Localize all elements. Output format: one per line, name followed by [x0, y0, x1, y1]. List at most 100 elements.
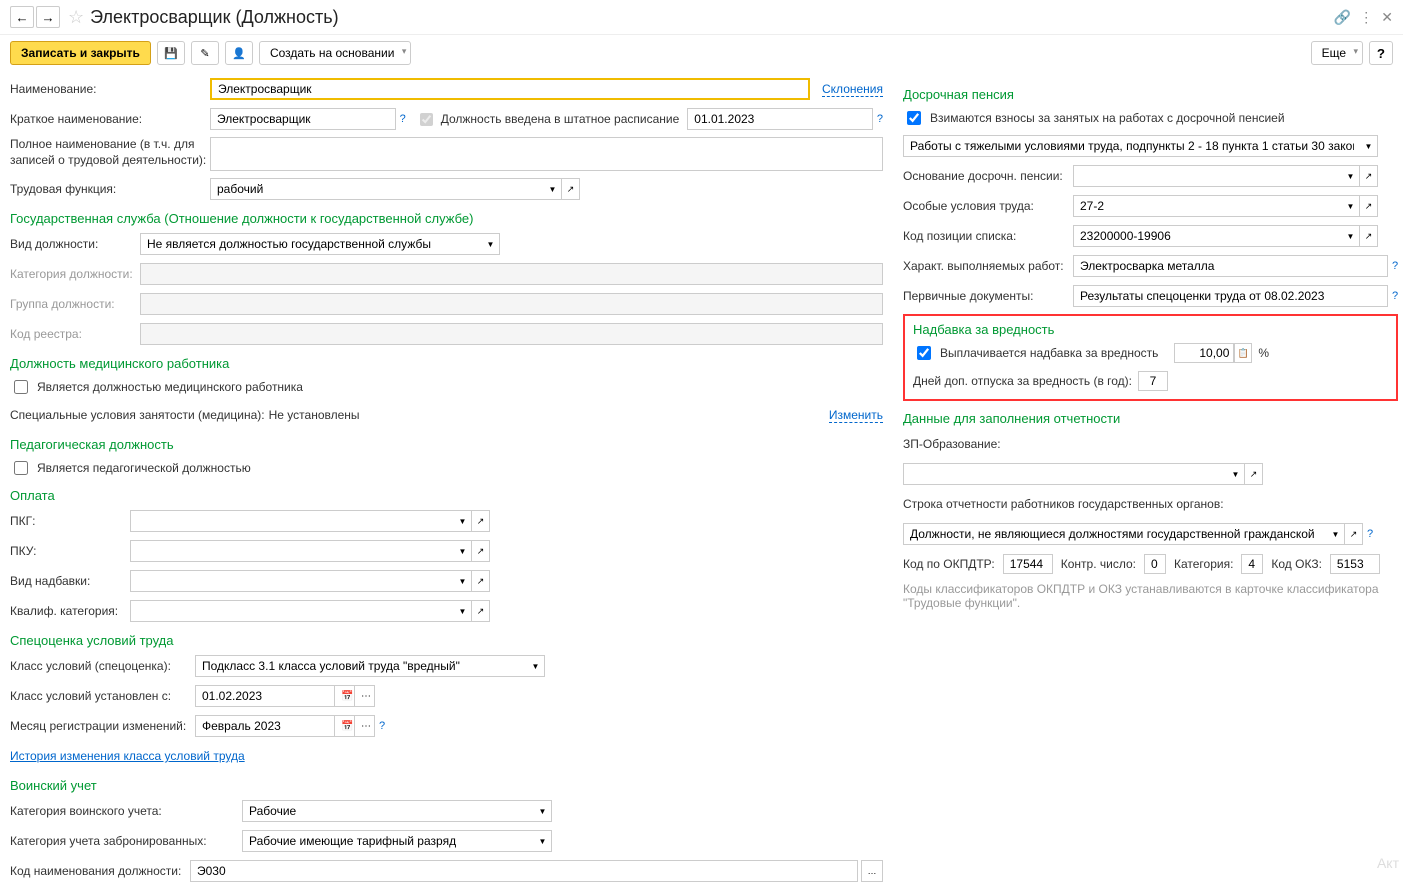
primary-docs-input[interactable] [1073, 285, 1388, 307]
create-based-button[interactable]: Создать на основании [259, 41, 412, 65]
menu-dots-icon[interactable]: ⋮ [1359, 9, 1373, 26]
open-icon[interactable]: ↗ [1245, 463, 1263, 485]
edit-icon-button[interactable]: ✎ [191, 41, 219, 65]
change-link[interactable]: Изменить [829, 408, 883, 423]
open-icon[interactable]: ↗ [562, 178, 580, 200]
zp-edu-input[interactable] [903, 463, 1227, 485]
help-button[interactable]: ? [1369, 41, 1393, 65]
calendar-icon[interactable]: 📅 [335, 715, 355, 737]
history-link[interactable]: История изменения класса условий труда [10, 749, 245, 763]
pension-work-type-input[interactable] [903, 135, 1360, 157]
open-icon[interactable]: ↗ [472, 600, 490, 622]
pkg-label: ПКГ: [10, 514, 130, 528]
nav-forward-button[interactable]: → [36, 6, 60, 28]
mil-code-input[interactable] [190, 860, 858, 882]
help-icon[interactable]: ? [1367, 528, 1373, 540]
open-icon[interactable]: ↗ [1345, 523, 1363, 545]
control-input[interactable] [1144, 554, 1166, 574]
chevron-down-icon[interactable]: ▼ [1360, 135, 1378, 157]
help-icon[interactable]: ? [400, 113, 406, 125]
allowance-input[interactable] [130, 570, 454, 592]
work-nature-label: Характ. выполняемых работ: [903, 259, 1073, 273]
staffing-date-input[interactable] [687, 108, 873, 130]
gov-line-input[interactable] [903, 523, 1327, 545]
open-icon[interactable]: ↗ [1360, 195, 1378, 217]
staffing-checkbox[interactable] [420, 113, 433, 126]
chevron-down-icon[interactable]: ▼ [454, 510, 472, 532]
help-icon[interactable]: ? [1392, 290, 1398, 302]
chevron-down-icon[interactable]: ▼ [1342, 165, 1360, 187]
open-icon[interactable]: ↗ [472, 540, 490, 562]
pedagogical-checkbox-label: Является педагогической должностью [37, 461, 251, 475]
mil-reserved-input[interactable] [242, 830, 534, 852]
chevron-down-icon[interactable]: ▼ [482, 233, 500, 255]
short-name-input[interactable] [210, 108, 396, 130]
pension-basis-input[interactable] [1073, 165, 1342, 187]
short-name-label: Краткое наименование: [10, 112, 210, 126]
extra-days-input[interactable] [1138, 371, 1168, 391]
hazard-percent-input[interactable] [1174, 343, 1234, 363]
pkg-input[interactable] [130, 510, 454, 532]
pension-charge-checkbox[interactable] [907, 111, 921, 125]
full-name-input[interactable] [210, 137, 883, 171]
labor-function-input[interactable] [210, 178, 544, 200]
pedagogical-checkbox[interactable] [14, 461, 28, 475]
help-icon[interactable]: ? [379, 720, 385, 732]
help-icon[interactable]: ? [877, 113, 883, 125]
ellipsis-icon[interactable]: ⋯ [355, 715, 375, 737]
open-icon[interactable]: ↗ [472, 570, 490, 592]
pku-label: ПКУ: [10, 544, 130, 558]
ellipsis-icon[interactable]: … [861, 860, 883, 882]
open-icon[interactable]: ↗ [1360, 165, 1378, 187]
spec-cond-input[interactable] [1073, 195, 1342, 217]
medical-checkbox[interactable] [14, 380, 28, 394]
chevron-down-icon[interactable]: ▼ [544, 178, 562, 200]
chevron-down-icon[interactable]: ▼ [1227, 463, 1245, 485]
okz-label: Код ОКЗ: [1271, 557, 1322, 571]
mil-category-input[interactable] [242, 800, 534, 822]
watermark: Акт [1377, 855, 1399, 871]
pku-input[interactable] [130, 540, 454, 562]
position-type-input[interactable] [140, 233, 482, 255]
chevron-down-icon[interactable]: ▼ [534, 800, 552, 822]
chevron-down-icon[interactable]: ▼ [454, 570, 472, 592]
okz-input[interactable] [1330, 554, 1380, 574]
set-from-label: Класс условий установлен с: [10, 689, 195, 703]
qualif-input[interactable] [130, 600, 454, 622]
declensions-link[interactable]: Склонения [822, 82, 883, 97]
name-input[interactable] [210, 78, 810, 100]
list-code-input[interactable] [1073, 225, 1342, 247]
okpdtr-input[interactable] [1003, 554, 1053, 574]
favorite-star-icon[interactable]: ☆ [68, 7, 84, 28]
nav-back-button[interactable]: ← [10, 6, 34, 28]
open-icon[interactable]: ↗ [1360, 225, 1378, 247]
help-icon[interactable]: ? [1392, 260, 1398, 272]
gov-line-label: Строка отчетности работников государстве… [903, 497, 1224, 511]
close-icon[interactable]: ✕ [1381, 9, 1393, 26]
save-close-button[interactable]: Записать и закрыть [10, 41, 151, 65]
save-button[interactable]: 💾 [157, 41, 185, 65]
chevron-down-icon[interactable]: ▼ [1342, 195, 1360, 217]
chevron-down-icon[interactable]: ▼ [454, 540, 472, 562]
qualif-label: Квалиф. категория: [10, 604, 130, 618]
pedagogical-header: Педагогическая должность [10, 437, 883, 452]
open-icon[interactable]: ↗ [472, 510, 490, 532]
calendar-icon[interactable]: 📅 [335, 685, 355, 707]
category-code-input[interactable] [1241, 554, 1263, 574]
chevron-down-icon[interactable]: ▼ [534, 830, 552, 852]
work-nature-input[interactable] [1073, 255, 1388, 277]
chevron-down-icon[interactable]: ▼ [1342, 225, 1360, 247]
link-icon[interactable]: 🔗 [1334, 9, 1351, 26]
class-label: Класс условий (спецоценка): [10, 659, 195, 673]
month-reg-input[interactable] [195, 715, 335, 737]
set-from-input[interactable] [195, 685, 335, 707]
chevron-down-icon[interactable]: ▼ [454, 600, 472, 622]
chevron-down-icon[interactable]: ▼ [1327, 523, 1345, 545]
chevron-down-icon[interactable]: ▼ [527, 655, 545, 677]
more-button[interactable]: Еще [1311, 41, 1363, 65]
class-input[interactable] [195, 655, 527, 677]
ellipsis-icon[interactable]: ⋯ [355, 685, 375, 707]
hazard-paid-checkbox[interactable] [917, 346, 931, 360]
person-icon-button[interactable]: 👤 [225, 41, 253, 65]
percent-edit-icon[interactable]: 📋 [1234, 343, 1252, 363]
